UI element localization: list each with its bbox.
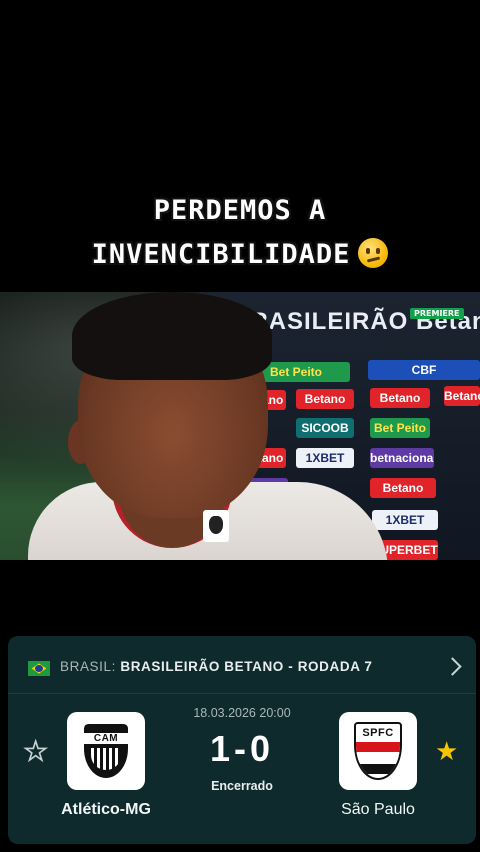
sao-paulo-crest-icon: SPFC (354, 722, 402, 780)
chevron-right-icon[interactable] (446, 657, 460, 677)
competition-label: BRASIL: BRASILEIRÃO BETANO - RODADA 7 (60, 659, 373, 674)
confused-face-icon (358, 238, 389, 268)
player-hair (72, 292, 272, 380)
sponsor-banner: Betano (444, 386, 480, 406)
away-team-name[interactable]: São Paulo (303, 801, 453, 819)
broadcast-logo: PREMIERE (410, 308, 464, 319)
watermark-avatar (203, 510, 229, 542)
star-filled-icon[interactable]: ★ (435, 739, 458, 765)
video-frame[interactable]: Bet Peito CBF Betano Betano Betano Betan… (0, 292, 480, 560)
match-card[interactable]: BRASIL: BRASILEIRÃO BETANO - RODADA 7 ★ … (8, 636, 476, 844)
caption-line-1: PERDEMOS A (153, 195, 327, 226)
caption-line-2-text: INVENCIBILIDADE (91, 239, 351, 270)
competition-header[interactable]: BRASIL: BRASILEIRÃO BETANO - RODADA 7 (8, 636, 476, 694)
competition-name: BRASILEIRÃO BETANO - RODADA 7 (120, 659, 373, 674)
away-crest-text: SPFC (362, 727, 394, 739)
brazil-flag-icon (28, 661, 50, 676)
caption-line-2: INVENCIBILIDADE (0, 238, 480, 270)
home-team-name[interactable]: Atlético-MG (31, 801, 181, 819)
away-team-logo[interactable]: SPFC (339, 712, 417, 790)
crest-bands (356, 742, 400, 778)
country-label: BRASIL: (60, 659, 116, 674)
